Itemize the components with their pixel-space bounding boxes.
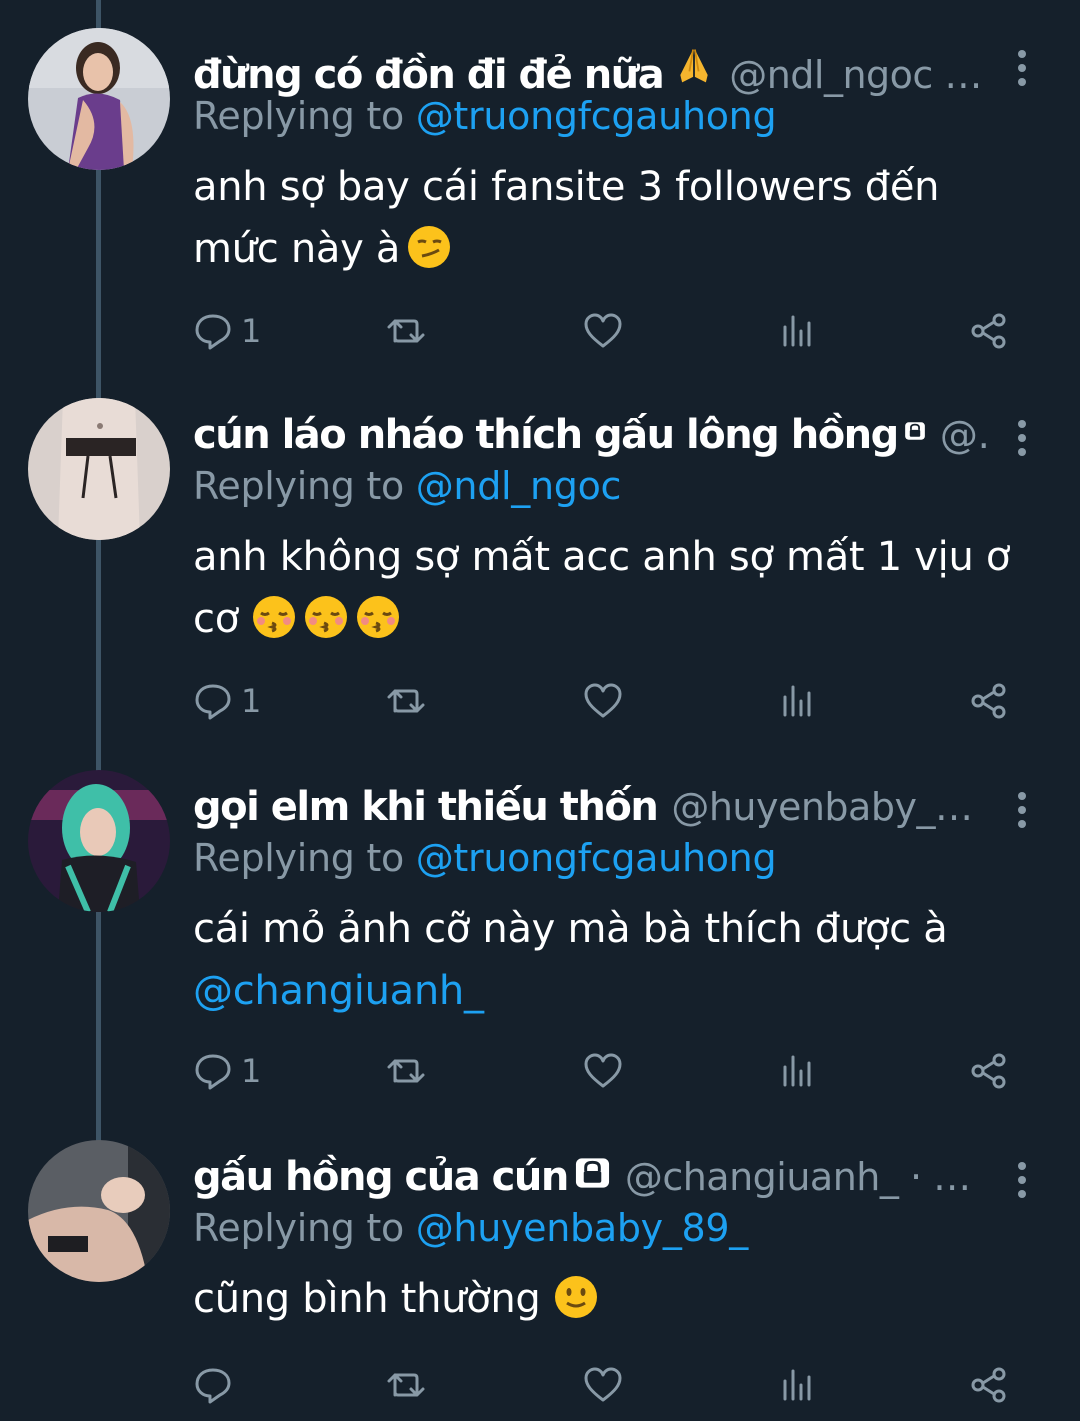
tweet[interactable]: gọi elm khi thiếu thốn @huyenbaby_89_...… bbox=[0, 770, 1080, 1120]
heart-icon bbox=[584, 313, 622, 348]
like-button[interactable] bbox=[583, 1360, 623, 1410]
replying-to: Replying to @truongfcgauhong bbox=[193, 836, 777, 880]
mention-link[interactable]: @huyenbaby_89_ bbox=[416, 1206, 749, 1250]
replying-to: Replying to @truongfcgauhong bbox=[193, 94, 777, 138]
tweet[interactable]: đừng có đồn đi đẻ nữa @ndl_ngoc · 5h Rep… bbox=[0, 28, 1080, 378]
reply-button[interactable]: 1 bbox=[193, 306, 261, 356]
tweet[interactable]: gấu hồng của cún @changiuanh_ · 22s Repl… bbox=[0, 1140, 1080, 1421]
thread-line bbox=[96, 0, 101, 30]
kissing-face-icon bbox=[356, 596, 399, 638]
share-button[interactable] bbox=[969, 1046, 1009, 1096]
handle[interactable]: @changiuanh_ · 22s bbox=[625, 1155, 990, 1199]
lock-icon bbox=[575, 1158, 609, 1188]
retweet-button[interactable] bbox=[386, 676, 426, 726]
retweet-button[interactable] bbox=[386, 306, 426, 356]
kissing-face-icon bbox=[304, 596, 347, 638]
share-icon bbox=[971, 313, 1006, 349]
lock-icon bbox=[904, 422, 925, 440]
kissing-face-icon bbox=[252, 596, 295, 638]
avatar[interactable] bbox=[28, 28, 170, 170]
retweet-icon bbox=[387, 1059, 425, 1083]
retweet-button[interactable] bbox=[386, 1360, 426, 1410]
analytics-icon bbox=[783, 1369, 811, 1401]
analytics-icon bbox=[783, 1055, 811, 1087]
analytics-button[interactable] bbox=[777, 676, 817, 726]
reply-icon bbox=[195, 1054, 231, 1090]
mention-link[interactable]: @changiuanh_ bbox=[193, 968, 484, 1014]
tweet-text: cái mỏ ảnh cỡ này mà bà thích được à @ch… bbox=[193, 906, 948, 1014]
slightly-smiling-face-icon bbox=[554, 1276, 597, 1318]
share-button[interactable] bbox=[969, 306, 1009, 356]
folded-hands-icon bbox=[680, 49, 708, 83]
analytics-button[interactable] bbox=[777, 1046, 817, 1096]
tweet-actions bbox=[193, 1360, 1023, 1410]
tweet[interactable]: cún láo nháo thích gấu lông hồng @t... R… bbox=[0, 398, 1080, 748]
replying-to: Replying to @ndl_ngoc bbox=[193, 464, 622, 508]
tweet-text: anh sợ bay cái fansite 3 followers đến m… bbox=[193, 164, 940, 272]
mention-link[interactable]: @truongfcgauhong bbox=[416, 836, 777, 880]
handle[interactable]: @t... bbox=[940, 413, 990, 457]
analytics-button[interactable] bbox=[777, 1360, 817, 1410]
share-button[interactable] bbox=[969, 676, 1009, 726]
share-button[interactable] bbox=[969, 1360, 1009, 1410]
avatar[interactable] bbox=[28, 398, 170, 540]
share-icon bbox=[971, 1053, 1006, 1089]
mention-link[interactable]: @truongfcgauhong bbox=[416, 94, 777, 138]
mention-link[interactable]: @ndl_ngoc bbox=[416, 464, 622, 508]
reply-icon bbox=[195, 1368, 231, 1404]
replying-to: Replying to @huyenbaby_89_ bbox=[193, 1206, 749, 1250]
share-icon bbox=[971, 1367, 1006, 1403]
retweet-icon bbox=[387, 1373, 425, 1397]
more-options-icon[interactable] bbox=[1012, 1160, 1032, 1200]
tweet-actions: 1 bbox=[193, 306, 1023, 356]
tweet-text: anh không sợ mất acc anh sợ mất 1 vịu ơ … bbox=[193, 534, 1011, 642]
display-name[interactable]: đừng có đồn đi đẻ nữa bbox=[193, 52, 665, 98]
more-options-icon[interactable] bbox=[1012, 790, 1032, 830]
heart-icon bbox=[584, 1367, 622, 1402]
avatar[interactable] bbox=[28, 770, 170, 912]
reply-button[interactable]: 1 bbox=[193, 676, 261, 726]
display-name[interactable]: gọi elm khi thiếu thốn bbox=[193, 784, 659, 830]
handle[interactable]: @ndl_ngoc · 5h bbox=[729, 53, 990, 97]
like-button[interactable] bbox=[583, 1046, 623, 1096]
avatar[interactable] bbox=[28, 1140, 170, 1282]
retweet-button[interactable] bbox=[386, 1046, 426, 1096]
retweet-icon bbox=[387, 689, 425, 713]
share-icon bbox=[971, 683, 1006, 719]
more-options-icon[interactable] bbox=[1012, 48, 1032, 88]
reply-button[interactable]: 1 bbox=[193, 1046, 261, 1096]
heart-icon bbox=[584, 1053, 622, 1088]
analytics-icon bbox=[783, 315, 811, 347]
smirking-face-icon bbox=[408, 226, 451, 268]
handle[interactable]: @huyenbaby_89_... bbox=[671, 785, 990, 829]
tweet-actions: 1 bbox=[193, 676, 1023, 726]
tweet-actions: 1 bbox=[193, 1046, 1023, 1096]
reply-icon bbox=[195, 314, 231, 350]
like-button[interactable] bbox=[583, 306, 623, 356]
heart-icon bbox=[584, 683, 622, 718]
more-options-icon[interactable] bbox=[1012, 418, 1032, 458]
reply-icon bbox=[195, 684, 231, 720]
display-name[interactable]: cún láo nháo thích gấu lông hồng bbox=[193, 412, 899, 458]
retweet-icon bbox=[387, 319, 425, 343]
analytics-button[interactable] bbox=[777, 306, 817, 356]
reply-button[interactable] bbox=[193, 1360, 241, 1410]
display-name[interactable]: gấu hồng của cún bbox=[193, 1154, 569, 1200]
like-button[interactable] bbox=[583, 676, 623, 726]
tweet-text: cũng bình thường bbox=[193, 1268, 1033, 1330]
analytics-icon bbox=[783, 685, 811, 717]
